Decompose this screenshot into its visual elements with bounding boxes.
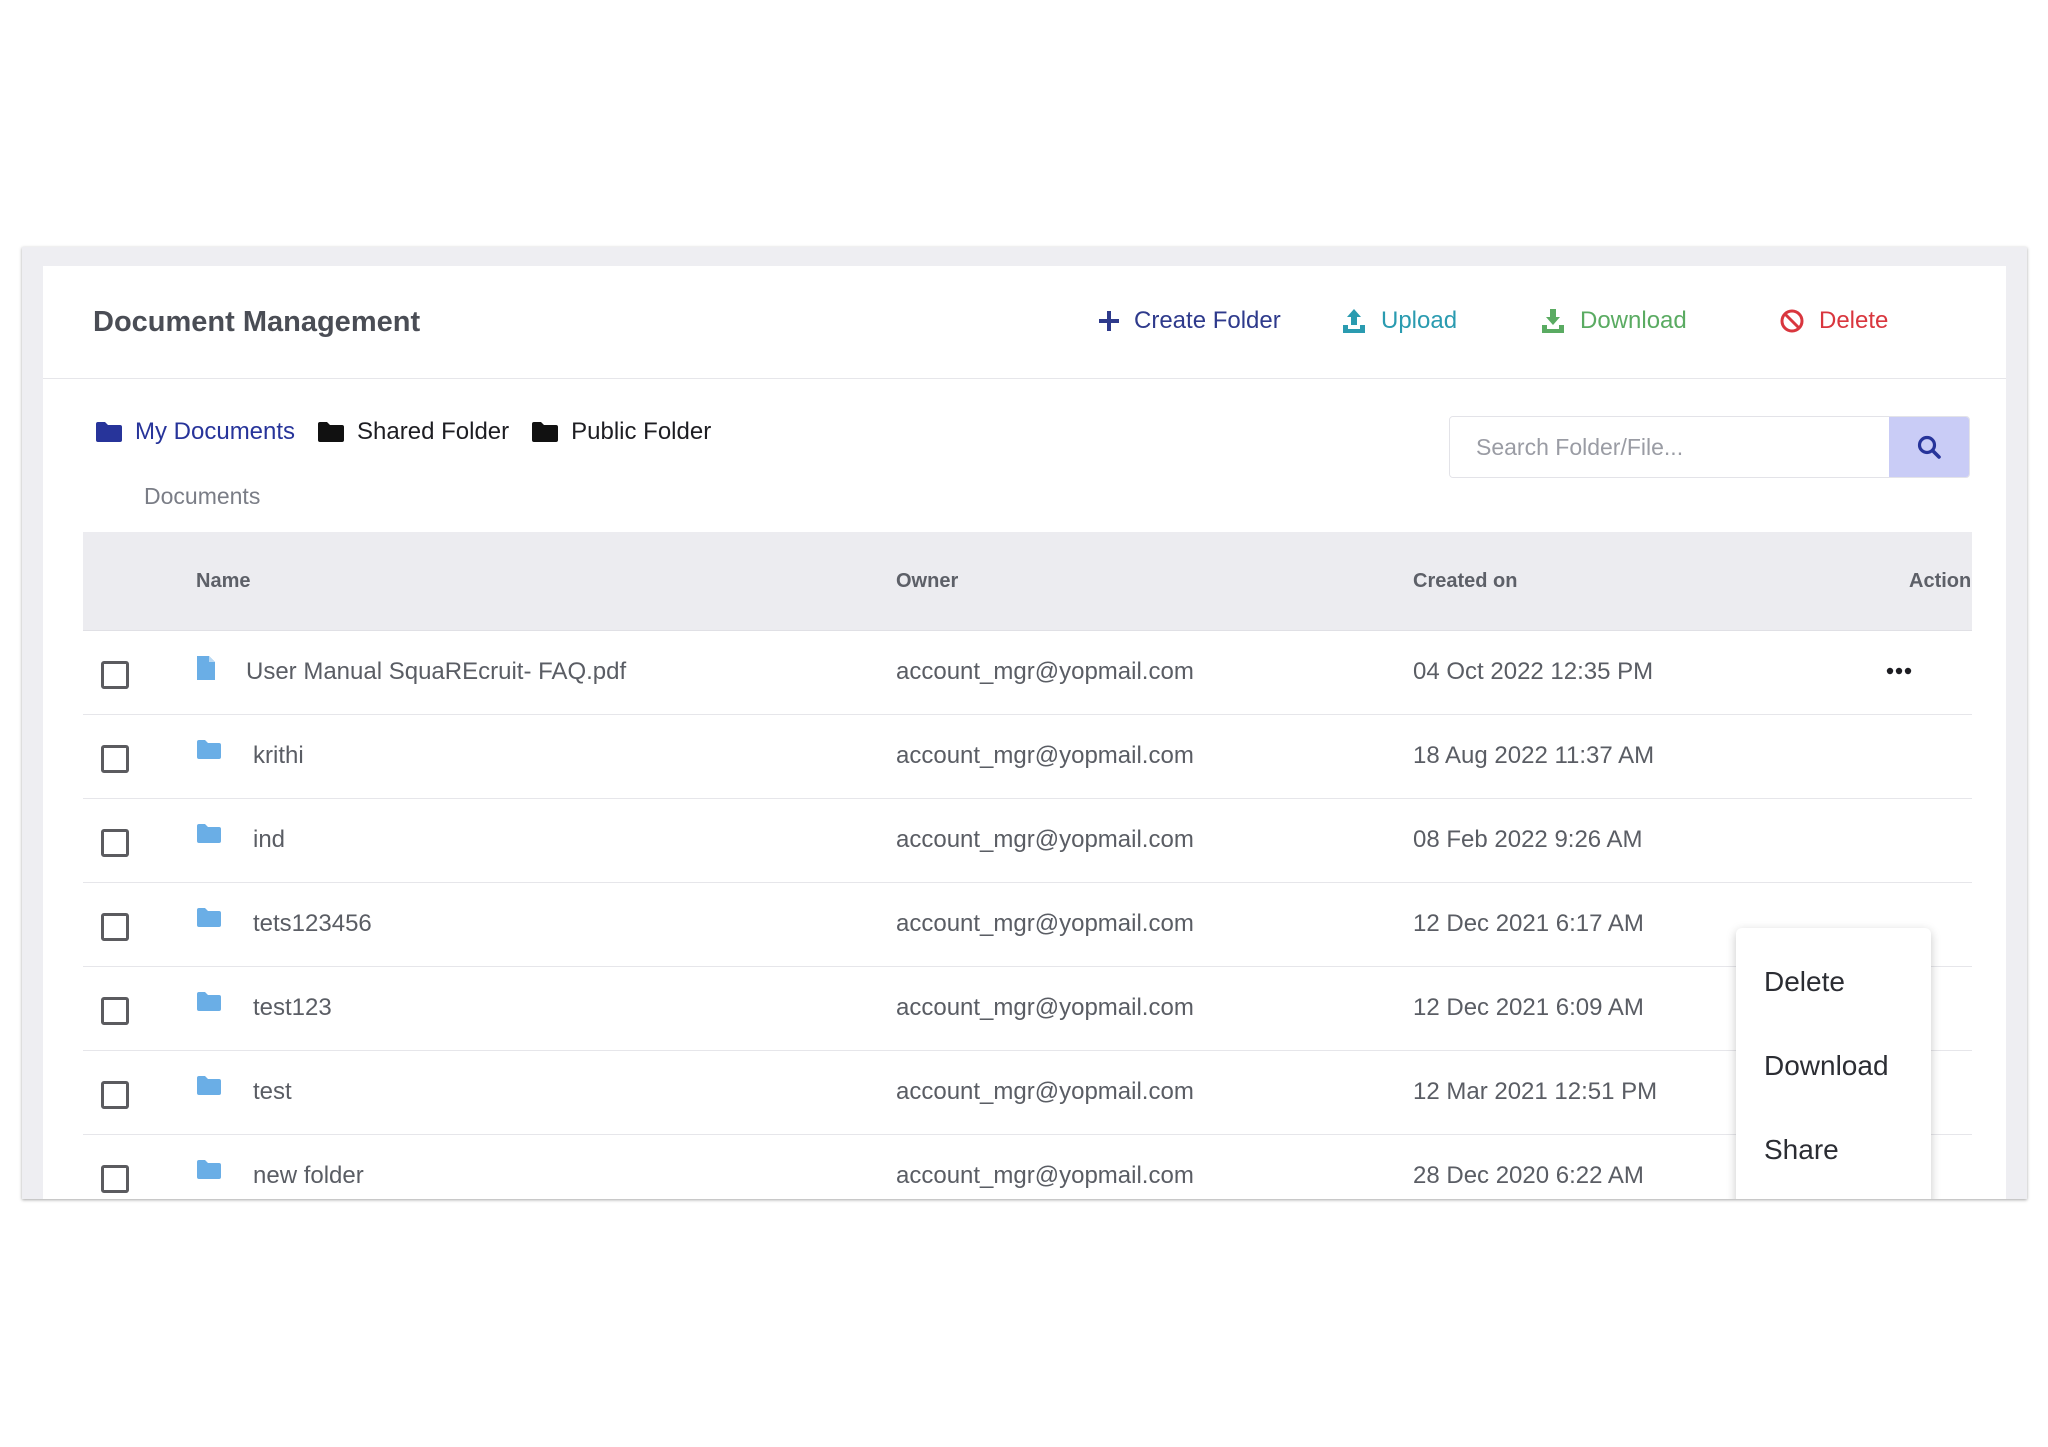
column-header-created-on[interactable]: Created on — [1413, 570, 1517, 593]
row-owner: account_mgr@yopmail.com — [896, 1078, 1194, 1105]
folder-icon — [318, 422, 345, 442]
folder-icon — [196, 739, 222, 766]
row-created-on: 12 Dec 2021 6:17 AM — [1413, 910, 1644, 937]
row-context-menu: Delete Download Share — [1736, 928, 1931, 1199]
breadcrumb: Documents — [144, 483, 261, 509]
folder-icon — [532, 422, 559, 442]
create-folder-label: Create Folder — [1134, 307, 1281, 334]
folder-icon — [196, 1159, 222, 1186]
row-name[interactable]: test — [253, 1078, 292, 1106]
tab-shared-folder[interactable]: Shared Folder — [317, 418, 509, 446]
table-row[interactable]: tets123456 account_mgr@yopmail.com 12 De… — [83, 883, 1972, 967]
document-management-panel: Document Management Create Folder Upload — [43, 266, 2006, 1199]
ban-icon — [1780, 309, 1804, 333]
row-checkbox[interactable] — [101, 661, 129, 689]
row-checkbox[interactable] — [101, 745, 129, 773]
search-button[interactable] — [1889, 417, 1969, 477]
row-checkbox[interactable] — [101, 913, 129, 941]
table-row[interactable]: test account_mgr@yopmail.com 12 Mar 2021… — [83, 1051, 1972, 1135]
plus-icon — [1099, 311, 1119, 331]
documents-table: Name Owner Created on Action User Manual… — [83, 532, 1972, 1199]
column-header-name[interactable]: Name — [196, 570, 250, 593]
upload-icon — [1343, 309, 1365, 333]
upload-label: Upload — [1381, 307, 1458, 334]
row-owner: account_mgr@yopmail.com — [896, 658, 1194, 685]
download-button[interactable]: Download — [1540, 303, 1687, 339]
row-created-on: 08 Feb 2022 9:26 AM — [1413, 826, 1643, 853]
row-name[interactable]: ind — [253, 826, 285, 854]
row-created-on: 04 Oct 2022 12:35 PM — [1413, 658, 1654, 685]
more-horizontal-icon — [1886, 667, 1912, 675]
table-header: Name Owner Created on Action — [83, 532, 1972, 631]
row-owner: account_mgr@yopmail.com — [896, 994, 1194, 1021]
row-name[interactable]: krithi — [253, 742, 304, 770]
upload-button[interactable]: Upload — [1341, 303, 1457, 339]
folder-tabs: My Documents Shared Folder Public Folder — [95, 418, 711, 446]
download-label: Download — [1580, 307, 1687, 334]
folder-icon — [196, 1075, 222, 1102]
search-input[interactable] — [1450, 417, 1889, 477]
row-name[interactable]: tets123456 — [253, 910, 372, 938]
tab-public-folder[interactable]: Public Folder — [531, 418, 711, 446]
row-name[interactable]: User Manual SquaREcruit- FAQ.pdf — [246, 658, 626, 686]
panel-header: Document Management Create Folder Upload — [43, 266, 2006, 379]
page-title: Document Management — [93, 306, 421, 338]
download-icon — [1542, 309, 1564, 333]
table-row[interactable]: krithi account_mgr@yopmail.com 18 Aug 20… — [83, 715, 1972, 799]
row-name[interactable]: test123 — [253, 994, 332, 1022]
row-created-on: 28 Dec 2020 6:22 AM — [1413, 1162, 1644, 1189]
row-checkbox[interactable] — [101, 829, 129, 857]
file-icon — [196, 655, 216, 686]
folder-icon — [196, 991, 222, 1018]
tab-my-documents-label: My Documents — [135, 418, 296, 445]
folder-icon — [196, 823, 222, 850]
row-created-on: 18 Aug 2022 11:37 AM — [1413, 742, 1655, 769]
column-header-owner[interactable]: Owner — [896, 570, 958, 593]
folder-icon — [96, 422, 122, 442]
row-owner: account_mgr@yopmail.com — [896, 742, 1194, 769]
more-options-button[interactable] — [1884, 659, 1914, 683]
delete-button[interactable]: Delete — [1779, 303, 1888, 339]
row-created-on: 12 Mar 2021 12:51 PM — [1413, 1078, 1658, 1105]
row-created-on: 12 Dec 2021 6:09 AM — [1413, 994, 1644, 1021]
table-row[interactable]: ind account_mgr@yopmail.com 08 Feb 2022 … — [83, 799, 1972, 883]
tab-shared-folder-label: Shared Folder — [357, 418, 510, 445]
table-row[interactable]: new folder account_mgr@yopmail.com 28 De… — [83, 1135, 1972, 1199]
row-checkbox[interactable] — [101, 1165, 129, 1193]
row-name[interactable]: new folder — [253, 1162, 364, 1190]
row-checkbox[interactable] — [101, 1081, 129, 1109]
row-owner: account_mgr@yopmail.com — [896, 1162, 1194, 1189]
search-bar — [1449, 416, 1970, 478]
context-menu-share[interactable]: Share — [1764, 1134, 1839, 1166]
context-menu-download[interactable]: Download — [1764, 1050, 1889, 1082]
row-owner: account_mgr@yopmail.com — [896, 826, 1194, 853]
column-header-action: Action — [1909, 570, 1972, 592]
tab-my-documents[interactable]: My Documents — [95, 418, 295, 446]
folder-icon — [196, 907, 222, 934]
context-menu-delete[interactable]: Delete — [1764, 966, 1845, 998]
app-window: Document Management Create Folder Upload — [22, 247, 2027, 1199]
delete-label: Delete — [1819, 307, 1889, 334]
tab-public-folder-label: Public Folder — [571, 418, 712, 445]
table-row[interactable]: User Manual SquaREcruit- FAQ.pdf account… — [83, 631, 1972, 715]
create-folder-button[interactable]: Create Folder — [1098, 303, 1281, 339]
row-checkbox[interactable] — [101, 997, 129, 1025]
search-icon — [1917, 435, 1941, 459]
row-owner: account_mgr@yopmail.com — [896, 910, 1194, 937]
table-row[interactable]: test123 account_mgr@yopmail.com 12 Dec 2… — [83, 967, 1972, 1051]
